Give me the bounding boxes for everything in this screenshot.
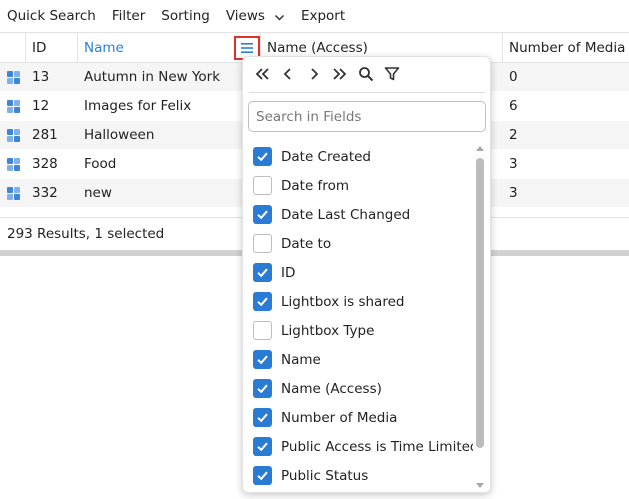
search-icon[interactable]	[355, 63, 377, 85]
checkbox[interactable]	[253, 350, 272, 369]
checkbox[interactable]	[253, 379, 272, 398]
field-option[interactable]: Name (Access)	[243, 374, 473, 403]
field-chooser-nav	[243, 57, 490, 91]
header-name-label: Name	[84, 39, 124, 56]
lightbox-icon	[0, 150, 26, 178]
checkmark-icon	[257, 297, 268, 307]
field-option-label: Date Created	[281, 148, 371, 165]
header-id[interactable]: ID	[26, 33, 78, 62]
field-option[interactable]: Number of Media	[243, 403, 473, 432]
cell-number-of-media: 3	[509, 156, 518, 172]
lightbox-icon	[0, 63, 26, 91]
field-option-label: Date from	[281, 177, 349, 194]
toolbar: Quick Search Filter Sorting Views Export	[0, 0, 629, 32]
field-option-label: Public Access is Time Limited	[281, 438, 473, 455]
field-option[interactable]: Date to	[243, 229, 473, 258]
cell-name: Halloween	[84, 127, 155, 143]
cell-number-of-media: 3	[509, 185, 518, 201]
field-option[interactable]: Lightbox Type	[243, 316, 473, 345]
cell-id: 281	[32, 127, 58, 143]
field-option-label: Name	[281, 351, 321, 368]
checkbox[interactable]	[253, 321, 272, 340]
checkbox[interactable]	[253, 437, 272, 456]
cell-id: 332	[32, 185, 58, 201]
sorting-button[interactable]: Sorting	[161, 8, 210, 24]
divider	[249, 92, 485, 93]
field-option[interactable]: Date Created	[243, 142, 473, 171]
field-option[interactable]: Name	[243, 345, 473, 374]
header-number-of-media[interactable]: Number of Media	[503, 33, 629, 62]
checkmark-icon	[257, 210, 268, 220]
export-button[interactable]: Export	[301, 8, 345, 24]
scroll-thumb[interactable]	[476, 158, 484, 448]
field-option-label: Date Last Changed	[281, 206, 411, 223]
chevron-left-icon[interactable]	[277, 63, 299, 85]
scroll-up-icon[interactable]	[476, 146, 484, 151]
cell-number-of-media: 0	[509, 69, 518, 85]
checkmark-icon	[257, 442, 268, 452]
cell-id: 13	[32, 69, 50, 85]
field-option-label: Public Status	[281, 467, 369, 484]
field-option[interactable]: Date Last Changed	[243, 200, 473, 229]
checkbox[interactable]	[253, 147, 272, 166]
double-chevron-right-icon[interactable]	[329, 63, 351, 85]
field-option-label: ID	[281, 264, 296, 281]
views-label: Views	[225, 8, 265, 24]
checkmark-icon	[257, 413, 268, 423]
checkbox[interactable]	[253, 234, 272, 253]
field-search-input[interactable]	[248, 101, 486, 132]
cell-name: Food	[84, 156, 117, 172]
lightbox-icon	[0, 92, 26, 120]
quick-search-button[interactable]: Quick Search	[7, 8, 96, 24]
field-list: Date Created Date from Date Last Changed Da…	[243, 142, 473, 492]
checkmark-icon	[257, 152, 268, 162]
cell-number-of-media: 6	[509, 98, 518, 114]
filter-button[interactable]: Filter	[112, 8, 145, 24]
cell-number-of-media: 2	[509, 127, 518, 143]
double-chevron-left-icon[interactable]	[251, 63, 273, 85]
checkbox[interactable]	[253, 292, 272, 311]
field-option-label: Number of Media	[281, 409, 398, 426]
checkmark-icon	[257, 471, 268, 481]
cell-id: 328	[32, 156, 58, 172]
field-option[interactable]: Lightbox is shared	[243, 287, 473, 316]
cell-name: new	[84, 185, 112, 201]
checkbox[interactable]	[253, 205, 272, 224]
hamburger-icon	[241, 43, 253, 53]
chevron-right-icon[interactable]	[303, 63, 325, 85]
scroll-down-icon[interactable]	[476, 483, 484, 488]
field-option-label: Lightbox is shared	[281, 293, 405, 310]
checkmark-icon	[257, 355, 268, 365]
checkmark-icon	[257, 268, 268, 278]
field-option-label: Lightbox Type	[281, 322, 375, 339]
field-option[interactable]: Public Access is Time Limited	[243, 432, 473, 461]
cell-name: Autumn in New York	[84, 69, 221, 85]
cell-name: Images for Felix	[84, 98, 192, 114]
header-name[interactable]: Name	[78, 33, 261, 62]
views-dropdown[interactable]: Views	[226, 8, 285, 24]
checkbox[interactable]	[253, 408, 272, 427]
field-chooser-popup: Date Created Date from Date Last Changed Da…	[242, 56, 491, 493]
field-option-label: Name (Access)	[281, 380, 382, 397]
field-option[interactable]: Date from	[243, 171, 473, 200]
checkbox[interactable]	[253, 176, 272, 195]
field-option[interactable]: ID	[243, 258, 473, 287]
field-option-label: Date to	[281, 235, 332, 252]
lightbox-icon	[0, 121, 26, 149]
field-list-scrollbar[interactable]	[474, 142, 486, 492]
cell-id: 12	[32, 98, 50, 114]
checkbox[interactable]	[253, 466, 272, 485]
field-option[interactable]: Public Status	[243, 461, 473, 490]
checkbox[interactable]	[253, 263, 272, 282]
header-icon-column	[0, 33, 26, 62]
chevron-down-icon	[274, 11, 285, 22]
checkmark-icon	[257, 384, 268, 394]
lightbox-icon	[0, 179, 26, 207]
filter-icon[interactable]	[381, 63, 403, 85]
